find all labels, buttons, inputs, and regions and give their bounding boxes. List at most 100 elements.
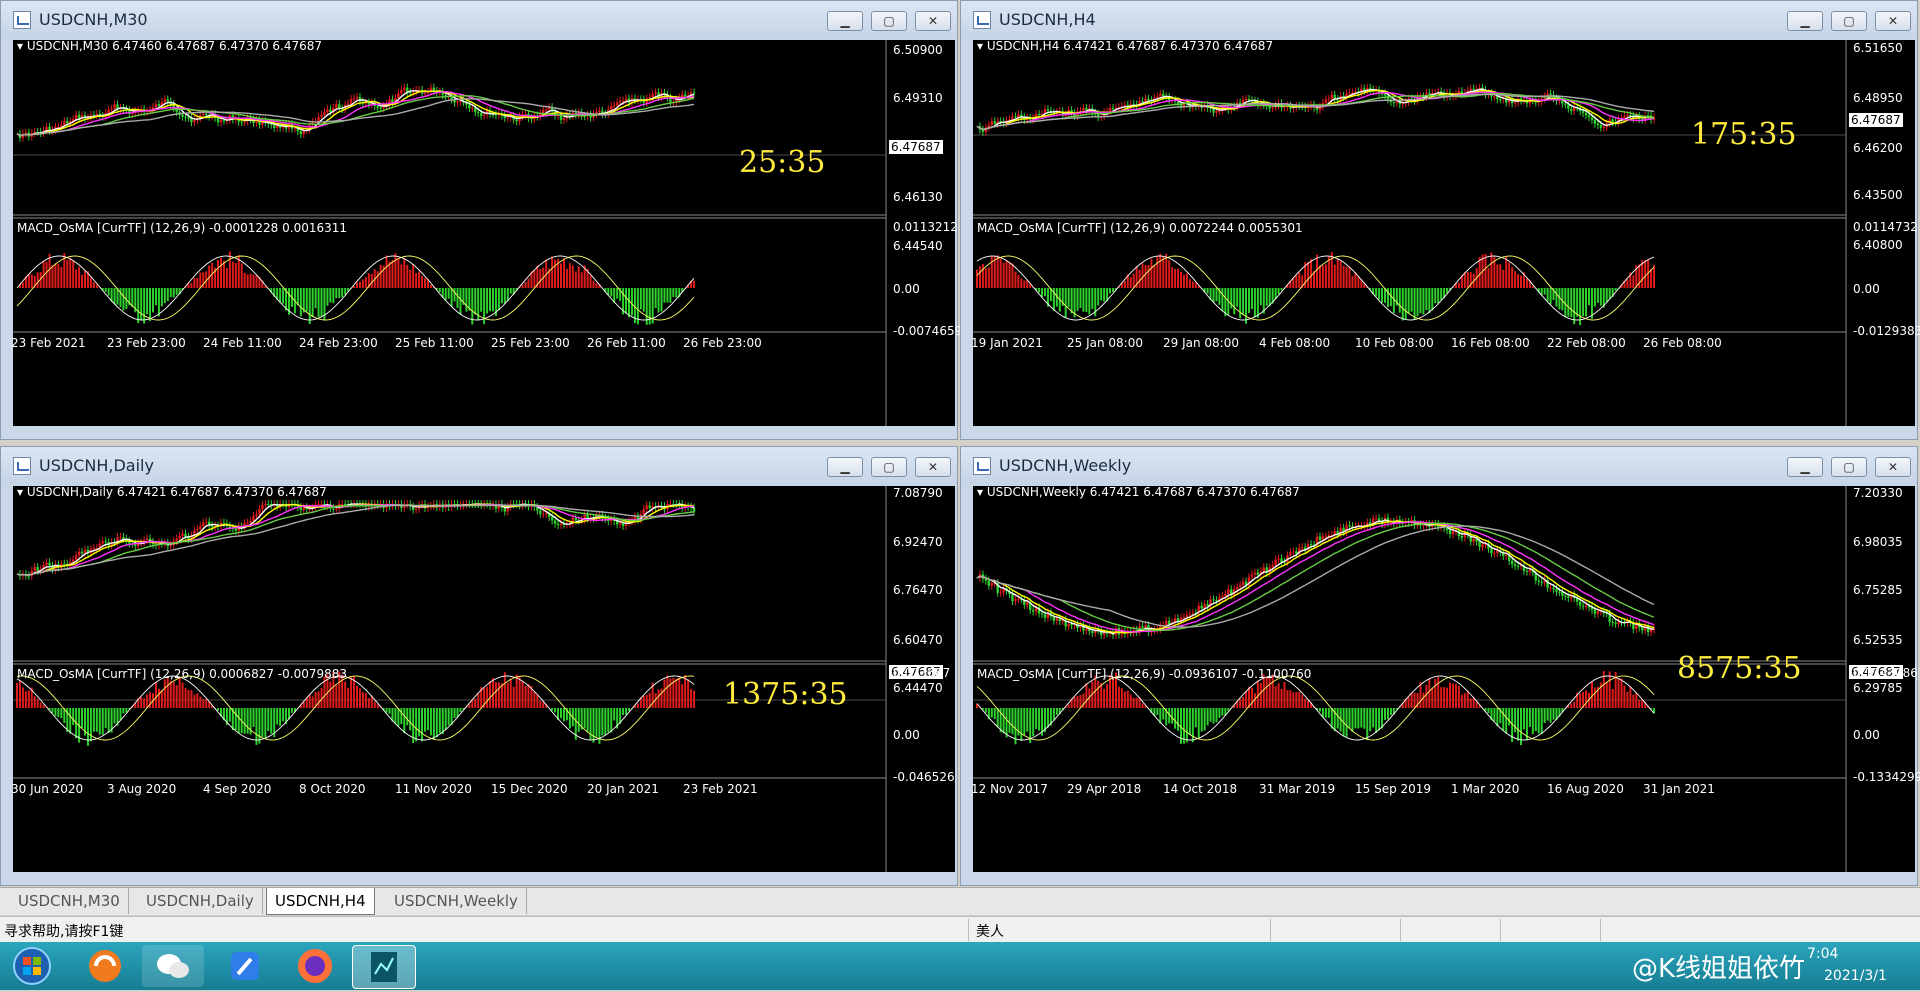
candle [78,115,80,119]
candle [1517,566,1519,567]
window-titlebar[interactable]: USDCNH,H4 ▁ ▢ ✕ [961,1,1917,39]
clock-time[interactable]: 7:04 [1807,946,1838,962]
macd-bar [684,675,686,708]
candle [1147,99,1149,101]
window-titlebar[interactable]: USDCNH,M30 ▁ ▢ ✕ [1,1,957,39]
close-button[interactable]: ✕ [1875,457,1911,477]
clock-date[interactable]: 2021/3/1 [1824,968,1887,984]
macd-bar [291,708,293,713]
pen-app-icon[interactable] [214,945,276,987]
macd-bar [982,264,984,288]
minimize-button[interactable]: ▁ [827,457,863,477]
chart-window-3[interactable]: USDCNH,Weekly ▁ ▢ ✕ ▾ USDCNH,Weekly 6.47… [960,446,1918,886]
macd-bar [492,678,494,708]
macd-bar [170,681,172,708]
macd-bar [1487,708,1489,713]
candle [616,102,618,105]
macd-bar [628,708,630,711]
candle [1514,564,1516,566]
close-button[interactable]: ✕ [915,11,951,31]
chart-area[interactable]: ▾ USDCNH,Daily 6.47421 6.47687 6.47370 6… [13,486,955,872]
chart-window-1[interactable]: USDCNH,H4 ▁ ▢ ✕ ▾ USDCNH,H4 6.47421 6.47… [960,0,1918,440]
macd-bar [607,708,609,732]
macd-bar [563,708,565,721]
macd-bar [1544,708,1546,723]
macd-bar [1535,708,1537,731]
tab-usdcnh-weekly[interactable]: USDCNH,Weekly [386,888,527,914]
firefox-icon[interactable] [284,945,346,987]
macd-bar [1437,677,1439,708]
macd-axis-label: 0.0113212 [893,220,958,234]
macd-bar [1124,281,1126,288]
candle [249,521,251,523]
candle [1428,93,1430,94]
candle [353,98,355,99]
candle [1626,115,1628,116]
macd-bar [96,285,98,288]
maximize-button[interactable]: ▢ [1831,457,1867,477]
macd-bar [666,288,668,303]
candle [317,504,319,505]
macd-bar [525,686,527,708]
macd-signal-line [977,676,1654,740]
close-button[interactable]: ✕ [1875,11,1911,31]
macd-bar [513,687,515,708]
candle [1650,630,1652,633]
macd-bar [510,288,512,294]
candle [1251,574,1253,577]
macd-axis-label: 0.00 [1853,282,1880,296]
maximize-button[interactable]: ▢ [871,457,907,477]
tab-usdcnh-daily[interactable]: USDCNH,Daily [138,888,263,914]
macd-bar [436,708,438,737]
macd-bar [1218,708,1220,718]
minimize-button[interactable]: ▁ [1787,11,1823,31]
chart-area[interactable]: ▾ USDCNH,H4 6.47421 6.47687 6.47370 6.47… [973,40,1915,426]
candle [1538,580,1540,581]
macd-bar [1612,689,1614,708]
candle [1493,553,1495,554]
candle [170,544,172,546]
windows-start-icon[interactable] [8,945,70,987]
trading-app-icon[interactable] [352,945,416,989]
chart-area[interactable]: ▾ USDCNH,Weekly 6.47421 6.47687 6.47370 … [973,486,1915,872]
wechat-icon[interactable] [142,945,204,987]
status-profile: 美人 [976,921,1004,941]
chart-window-0[interactable]: USDCNH,M30 ▁ ▢ ✕ ▾ USDCNH,M30 6.47460 6.… [0,0,958,440]
candle [332,508,334,509]
close-button[interactable]: ✕ [915,457,951,477]
candle [75,555,77,559]
macd-bar [1479,257,1481,288]
macd-bar [202,699,204,708]
app-orange-icon[interactable] [74,945,136,987]
macd-bar [1606,288,1608,302]
time-axis-label: 10 Feb 08:00 [1355,336,1434,350]
maximize-button[interactable]: ▢ [1831,11,1867,31]
candle [1242,100,1244,103]
macd-bar [1292,278,1294,288]
tab-usdcnh-m30[interactable]: USDCNH,M30 [10,888,129,914]
macd-bar [1177,269,1179,288]
chart-area[interactable]: ▾ USDCNH,M30 6.47460 6.47687 6.47370 6.4… [13,40,955,426]
window-titlebar[interactable]: USDCNH,Weekly ▁ ▢ ✕ [961,447,1917,485]
maximize-button[interactable]: ▢ [871,11,907,31]
macd-bar [386,708,388,713]
window-titlebar[interactable]: USDCNH,Daily ▁ ▢ ✕ [1,447,957,485]
macd-bar [1071,288,1073,313]
minimize-button[interactable]: ▁ [827,11,863,31]
price-axis-label: 6.98035 [1853,535,1903,549]
macd-bar [1006,708,1008,737]
macd-bar [519,676,521,708]
minimize-button[interactable]: ▁ [1787,457,1823,477]
macd-bar [54,708,56,716]
candle [1597,611,1599,613]
macd-bar [539,269,541,288]
macd-bar [250,274,252,288]
macd-bar [28,690,30,708]
tab-usdcnh-h4[interactable]: USDCNH,H4 [266,888,375,915]
candle [646,505,648,509]
chart-window-2[interactable]: USDCNH,Daily ▁ ▢ ✕ ▾ USDCNH,Daily 6.4742… [0,446,958,886]
macd-bar [1038,288,1040,293]
candle [1221,596,1223,597]
macd-bar [551,708,553,710]
price-axis-label: 6.51650 [1853,41,1903,55]
